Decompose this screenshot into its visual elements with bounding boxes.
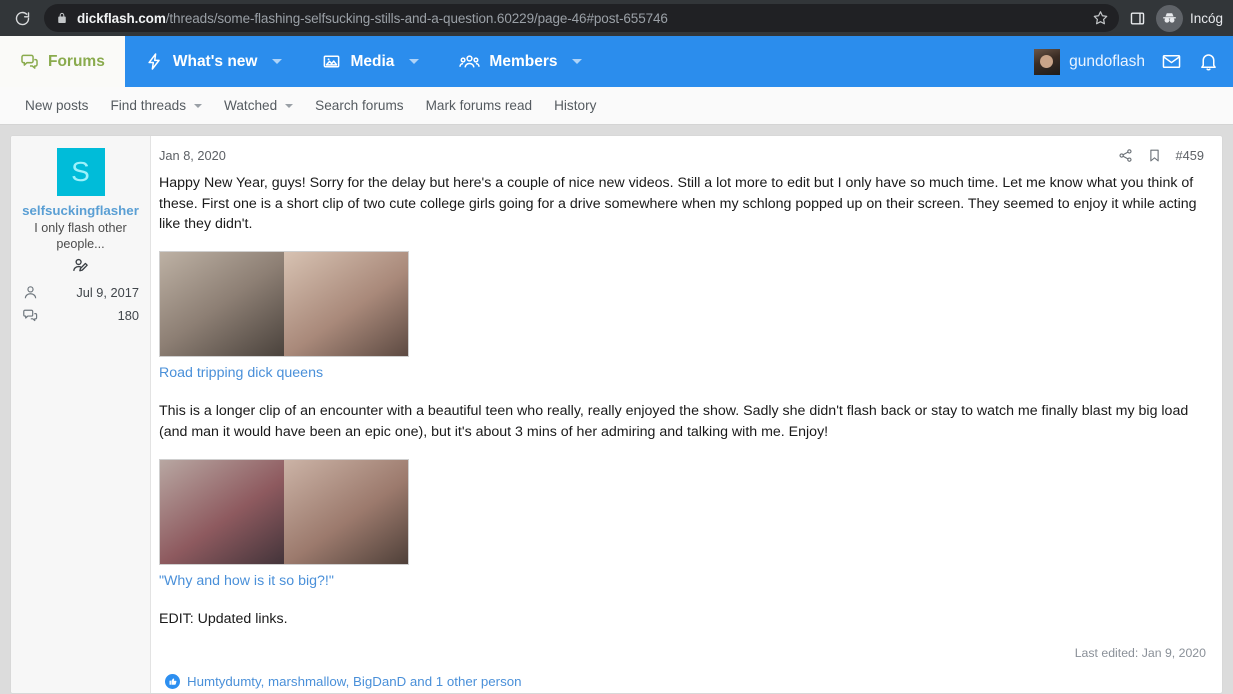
browser-right-actions: Incóg bbox=[1129, 4, 1225, 32]
sub-nav-item-search-forums[interactable]: Search forums bbox=[304, 98, 414, 113]
post-paragraph-3: EDIT: Updated links. bbox=[159, 611, 288, 628]
bell-icon[interactable] bbox=[1198, 51, 1219, 72]
media-thumbnail-1-image bbox=[159, 250, 409, 357]
post-paragraph-1: Happy New Year, guys! Sorry for the dela… bbox=[159, 175, 1197, 233]
incognito-profile-button[interactable]: Incóg bbox=[1155, 4, 1223, 32]
account-username: gundoflash bbox=[1069, 52, 1145, 70]
star-icon[interactable] bbox=[1092, 10, 1109, 27]
address-bar-url: dickflash.com/threads/some-flashing-self… bbox=[77, 11, 668, 26]
account-menu-button[interactable]: gundoflash bbox=[1034, 48, 1145, 75]
sub-nav-label: Find threads bbox=[110, 98, 187, 113]
forums-icon bbox=[20, 52, 39, 71]
nav-tab-forums[interactable]: Forums bbox=[0, 36, 125, 87]
media-thumbnail-2-image bbox=[159, 458, 409, 565]
address-bar-domain: dickflash.com bbox=[77, 10, 166, 26]
bookmark-icon[interactable] bbox=[1147, 148, 1162, 163]
author-user-title: I only flash other people... bbox=[34, 221, 127, 252]
page-content: S selfsuckingflasher I only flash other … bbox=[0, 125, 1233, 694]
chevron-down-icon[interactable] bbox=[409, 59, 420, 64]
nav-user-area: gundoflash bbox=[1034, 36, 1233, 87]
sub-nav-item-history[interactable]: History bbox=[543, 98, 607, 113]
incognito-label: Incóg bbox=[1189, 10, 1223, 26]
author-messages-count: 180 bbox=[117, 308, 139, 324]
author-avatar[interactable]: S bbox=[56, 148, 105, 196]
site-navigation: Forums What's new Media Members gundofla… bbox=[0, 36, 1233, 87]
nav-tab-label: Members bbox=[489, 52, 558, 70]
sub-nav-item-new-posts[interactable]: New posts bbox=[14, 98, 99, 113]
author-joined-stat: Jul 9, 2017 bbox=[21, 281, 140, 304]
nav-tab-media[interactable]: Media bbox=[302, 36, 439, 87]
reactions-text[interactable]: Humtydumty, marshmallow, BigDanD and 1 o… bbox=[187, 674, 522, 689]
chevron-down-icon[interactable] bbox=[572, 59, 583, 64]
post-number[interactable]: #459 bbox=[1176, 148, 1204, 163]
chevron-down-icon[interactable] bbox=[285, 103, 294, 108]
chevron-down-icon[interactable] bbox=[194, 103, 203, 108]
post-article: S selfsuckingflasher I only flash other … bbox=[10, 135, 1223, 694]
nav-tab-members[interactable]: Members bbox=[439, 36, 602, 87]
author-joined-date: Jul 9, 2017 bbox=[76, 285, 139, 301]
nav-tab-whats-new[interactable]: What's new bbox=[125, 36, 303, 87]
secondary-navigation: New posts Find threads Watched Search fo… bbox=[0, 87, 1233, 125]
sub-nav-label: Search forums bbox=[315, 98, 404, 113]
media-caption-2[interactable]: "Why and how is it so big?!" bbox=[159, 571, 1208, 592]
nav-tab-label: What's new bbox=[172, 52, 258, 70]
media-caption-1[interactable]: Road tripping dick queens bbox=[159, 363, 1208, 384]
chevron-down-icon[interactable] bbox=[272, 59, 283, 64]
nav-tab-label: Forums bbox=[48, 52, 105, 70]
sub-nav-item-watched[interactable]: Watched bbox=[213, 98, 304, 113]
user-edit-icon bbox=[21, 256, 140, 275]
thumbs-up-icon bbox=[165, 673, 180, 689]
browser-toolbar: dickflash.com/threads/some-flashing-self… bbox=[0, 0, 1233, 36]
sub-nav-label: New posts bbox=[25, 98, 89, 113]
media-thumbnail-1[interactable] bbox=[159, 250, 1208, 357]
post-body: Happy New Year, guys! Sorry for the dela… bbox=[159, 173, 1208, 630]
avatar bbox=[1034, 48, 1061, 75]
address-bar-path: /threads/some-flashing-selfsucking-still… bbox=[165, 10, 668, 26]
post-date[interactable]: Jan 8, 2020 bbox=[159, 148, 226, 163]
incognito-avatar-icon bbox=[1155, 4, 1183, 32]
share-icon[interactable] bbox=[1118, 148, 1133, 163]
post-header-actions: #459 bbox=[1118, 148, 1204, 163]
address-bar[interactable]: dickflash.com/threads/some-flashing-self… bbox=[44, 4, 1119, 32]
last-edited-text: Last edited: Jan 9, 2020 bbox=[1074, 645, 1206, 660]
sub-nav-item-mark-forums-read[interactable]: Mark forums read bbox=[415, 98, 544, 113]
lightning-icon bbox=[145, 52, 164, 71]
post-author-sidebar: S selfsuckingflasher I only flash other … bbox=[11, 136, 151, 693]
post-content: Jan 8, 2020 #459 Happy New Year, guys! S… bbox=[151, 136, 1222, 693]
post-reactions: Humtydumty, marshmallow, BigDanD and 1 o… bbox=[159, 673, 1208, 689]
sub-nav-label: History bbox=[554, 98, 597, 113]
post-paragraph-2: This is a longer clip of an encounter wi… bbox=[159, 403, 1189, 440]
image-icon bbox=[322, 52, 341, 71]
sub-nav-item-find-threads[interactable]: Find threads bbox=[99, 98, 213, 113]
sub-nav-label: Mark forums read bbox=[425, 98, 533, 113]
nav-tab-label: Media bbox=[350, 52, 395, 70]
sub-nav-label: Watched bbox=[224, 98, 278, 113]
person-icon bbox=[22, 284, 39, 301]
comments-icon bbox=[22, 307, 39, 324]
post-header: Jan 8, 2020 #459 bbox=[159, 148, 1208, 163]
envelope-icon[interactable] bbox=[1161, 51, 1182, 72]
side-panel-icon[interactable] bbox=[1129, 10, 1146, 27]
members-icon bbox=[459, 52, 481, 71]
reload-icon[interactable] bbox=[8, 4, 36, 32]
lock-icon bbox=[56, 12, 68, 24]
media-thumbnail-2[interactable] bbox=[159, 458, 1208, 565]
author-username-link[interactable]: selfsuckingflasher bbox=[21, 203, 140, 218]
nav-tabs: Forums What's new Media Members bbox=[0, 36, 602, 87]
author-messages-stat: 180 bbox=[21, 304, 140, 327]
